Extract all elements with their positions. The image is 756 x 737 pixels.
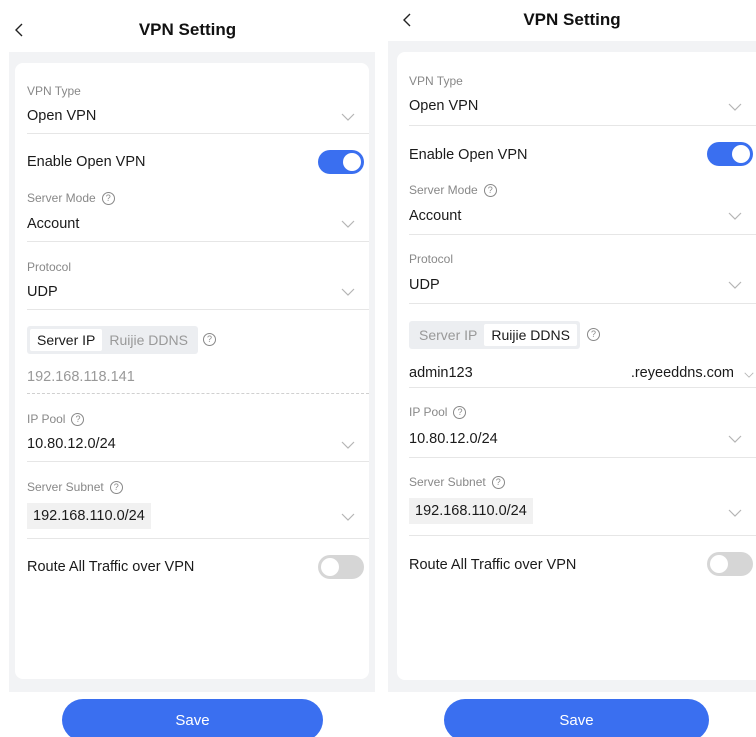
server-subnet-label-text: Server Subnet (27, 480, 104, 494)
chevron-down-icon[interactable] (341, 513, 355, 521)
enable-openvpn-label: Enable Open VPN (27, 154, 146, 170)
tab-ruijie-ddns[interactable]: Ruijie DDNS (484, 324, 577, 346)
ddns-suffix-select[interactable]: .reyeeddns.com (631, 365, 734, 381)
route-all-toggle[interactable] (318, 555, 364, 579)
ip-pool-label-text: IP Pool (409, 405, 448, 419)
divider (27, 538, 369, 539)
enable-openvpn-label: Enable Open VPN (409, 147, 528, 163)
divider (409, 234, 756, 235)
divider (27, 393, 369, 394)
tab-ruijie-ddns[interactable]: Ruijie DDNS (102, 329, 195, 351)
server-mode-value[interactable]: Account (409, 208, 461, 224)
server-subnet-label-text: Server Subnet (409, 475, 486, 489)
toggle-knob (732, 145, 750, 163)
server-ip-field[interactable]: 192.168.118.141 (27, 369, 135, 385)
help-icon[interactable]: ? (453, 405, 467, 419)
header: VPN Setting (388, 0, 756, 40)
content-panel: VPN Type Open VPN Enable Open VPN Server… (388, 41, 756, 692)
right-screen: VPN Setting VPN Type Open VPN Enable Ope… (388, 0, 756, 737)
help-icon[interactable]: ? (71, 412, 85, 426)
toggle-knob (343, 153, 361, 171)
chevron-down-icon[interactable] (728, 435, 742, 443)
protocol-label: Protocol (27, 260, 72, 274)
tab-server-ip[interactable]: Server IP (30, 329, 103, 351)
divider (409, 387, 756, 388)
page-title: VPN Setting (138, 20, 237, 39)
server-address-tabs: Server IP Ruijie DDNS (409, 321, 580, 349)
toggle-knob (710, 555, 728, 573)
server-address-tabs: Server IP Ruijie DDNS (27, 326, 198, 354)
chevron-down-icon[interactable] (341, 288, 355, 296)
vpn-type-value[interactable]: Open VPN (409, 98, 478, 114)
vpn-type-label: VPN Type (409, 74, 463, 88)
tab-server-ip[interactable]: Server IP (412, 324, 484, 346)
help-icon[interactable]: ? (203, 333, 216, 346)
divider (27, 461, 369, 462)
divider (27, 241, 369, 242)
chevron-down-icon[interactable] (728, 509, 742, 517)
page-title: VPN Setting (523, 10, 621, 29)
divider (409, 535, 756, 536)
route-all-label: Route All Traffic over VPN (409, 557, 577, 573)
server-mode-label: Server Mode ? (27, 191, 115, 205)
server-subnet-label: Server Subnet ? (27, 480, 123, 494)
save-button[interactable]: Save (444, 699, 709, 737)
server-mode-label: Server Mode ? (409, 183, 497, 197)
chevron-down-icon[interactable] (728, 212, 742, 220)
ddns-prefix-field[interactable]: admin123 (409, 365, 473, 381)
left-screen: VPN Setting VPN Type Open VPN Enable Ope… (0, 0, 375, 737)
ip-pool-value[interactable]: 10.80.12.0/24 (409, 431, 498, 447)
back-arrow-icon[interactable] (398, 9, 416, 31)
chevron-down-icon[interactable] (744, 371, 754, 379)
protocol-value[interactable]: UDP (27, 284, 58, 300)
help-icon[interactable]: ? (491, 475, 505, 489)
vpn-type-label: VPN Type (27, 84, 81, 98)
chevron-down-icon[interactable] (341, 441, 355, 449)
help-icon[interactable]: ? (109, 480, 123, 494)
ip-pool-label: IP Pool ? (27, 412, 85, 426)
enable-openvpn-toggle[interactable] (707, 142, 753, 166)
chevron-down-icon[interactable] (728, 103, 742, 111)
settings-card: VPN Type Open VPN Enable Open VPN Server… (397, 52, 756, 680)
protocol-label: Protocol (409, 252, 454, 266)
route-all-label: Route All Traffic over VPN (27, 559, 195, 575)
toggle-knob (321, 558, 339, 576)
help-icon[interactable]: ? (101, 191, 115, 205)
server-mode-label-text: Server Mode (409, 183, 478, 197)
server-mode-label-text: Server Mode (27, 191, 96, 205)
ip-pool-label: IP Pool ? (409, 405, 467, 419)
route-all-toggle[interactable] (707, 552, 753, 576)
back-arrow-icon[interactable] (10, 19, 28, 41)
divider (409, 457, 756, 458)
chevron-down-icon[interactable] (341, 220, 355, 228)
protocol-value[interactable]: UDP (409, 277, 440, 293)
settings-card: VPN Type Open VPN Enable Open VPN Server… (15, 63, 369, 679)
chevron-down-icon[interactable] (728, 281, 742, 289)
server-subnet-chip[interactable]: 192.168.110.0/24 (27, 503, 151, 529)
help-icon[interactable]: ? (483, 183, 497, 197)
server-mode-value[interactable]: Account (27, 216, 79, 232)
content-panel: VPN Type Open VPN Enable Open VPN Server… (9, 52, 375, 692)
ip-pool-label-text: IP Pool (27, 412, 66, 426)
save-button[interactable]: Save (62, 699, 323, 737)
divider (409, 303, 756, 304)
enable-openvpn-toggle[interactable] (318, 150, 364, 174)
chevron-down-icon[interactable] (341, 113, 355, 121)
divider (27, 309, 369, 310)
server-subnet-label: Server Subnet ? (409, 475, 505, 489)
vpn-type-value[interactable]: Open VPN (27, 108, 96, 124)
ip-pool-value[interactable]: 10.80.12.0/24 (27, 436, 116, 452)
help-icon[interactable]: ? (587, 328, 600, 341)
header: VPN Setting (0, 10, 375, 50)
divider (27, 133, 369, 134)
divider (409, 125, 756, 126)
server-subnet-chip[interactable]: 192.168.110.0/24 (409, 498, 533, 524)
